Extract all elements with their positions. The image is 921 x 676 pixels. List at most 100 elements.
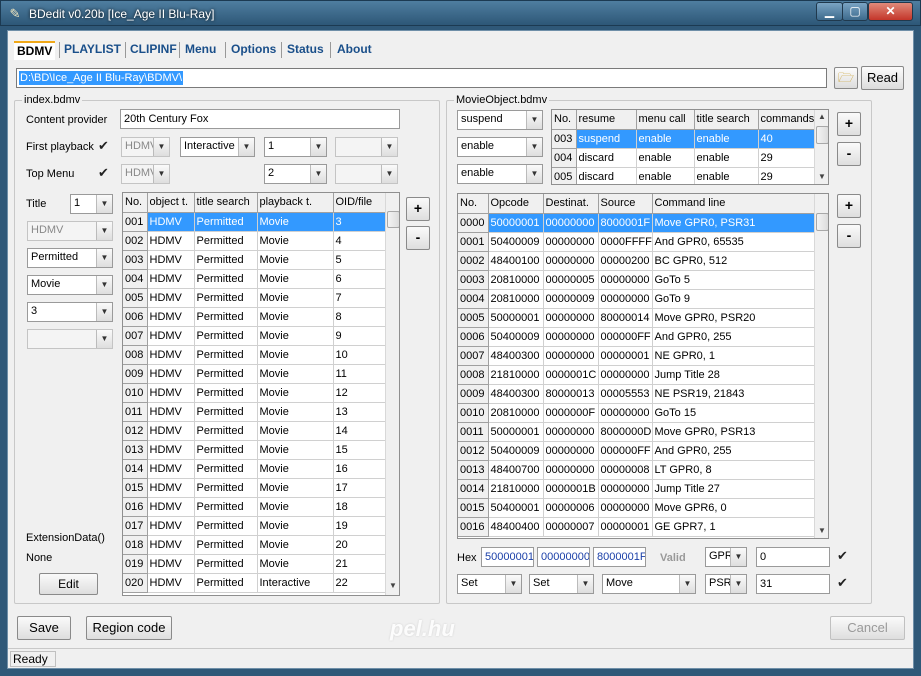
hex-opcode-input[interactable]: 50000001 [481, 547, 534, 567]
destination-register-select[interactable]: GPR ▼ [705, 547, 747, 567]
cmd-row[interactable]: 0012 50400009 00000000 000000FF And GPR0, 25… [458, 441, 815, 461]
title-bar[interactable]: ✎ BDedit v0.20b [Ice_Age II Blu-Ray] ▁ ▢… [0, 0, 921, 26]
first-playback-number-select[interactable]: 1 ▼ [264, 137, 327, 157]
titles-row[interactable]: 007 HDMV Permitted Movie 9 [123, 326, 386, 346]
commands-scrollbar[interactable]: ▼ [814, 194, 828, 538]
add-command-button[interactable]: + [837, 194, 861, 218]
cmd-row[interactable]: 0011 50000001 00000000 8000000D Move GPR0, P… [458, 422, 815, 442]
titles-column-header[interactable]: OID/file [333, 193, 386, 213]
remove-command-button[interactable]: - [837, 224, 861, 248]
content-provider-input[interactable]: 20th Century Fox [120, 109, 400, 129]
cmd-row[interactable]: 0003 20810000 00000005 00000000 GoTo 5 [458, 270, 815, 290]
tab-playlist[interactable]: PLAYLIST [61, 41, 124, 60]
obj-column-header[interactable]: commands [758, 110, 815, 130]
cmd-row[interactable]: 0015 50400001 00000006 00000000 Move GPR6, 0 [458, 498, 815, 518]
operation-select[interactable]: Move ▼ [602, 574, 696, 594]
minimize-button[interactable]: ▁ [816, 2, 843, 21]
region-code-button[interactable]: Region code [86, 616, 172, 640]
remove-title-button[interactable]: - [406, 226, 430, 250]
titles-row[interactable]: 018 HDMV Permitted Movie 20 [123, 535, 386, 555]
titles-row[interactable]: 008 HDMV Permitted Movie 10 [123, 345, 386, 365]
titles-column-header[interactable]: No. [123, 193, 148, 213]
destination-checkbox[interactable]: ✔ [837, 549, 850, 563]
cmd-row[interactable]: 0005 50000001 00000000 80000014 Move GPR0, P… [458, 308, 815, 328]
titles-table[interactable]: No. object t. title search playback t. OID/f… [122, 192, 400, 596]
cmd-column-header[interactable]: Command line [652, 194, 815, 214]
titles-row[interactable]: 020 HDMV Permitted Interactive 22 [123, 573, 386, 593]
cmd-row[interactable]: 0007 48400300 00000000 00000001 NE GPR0, 1 [458, 346, 815, 366]
hex-source-input[interactable]: 8000001F [593, 547, 646, 567]
titles-row[interactable]: 016 HDMV Permitted Movie 18 [123, 497, 386, 517]
edit-extension-button[interactable]: Edit [39, 573, 98, 595]
cmd-column-header[interactable]: Source [598, 194, 653, 214]
first-playback-extra-select[interactable]: ▼ [335, 137, 398, 157]
obj-column-header[interactable]: No. [552, 110, 577, 130]
scroll-up-icon[interactable]: ▲ [815, 110, 828, 124]
objects-scrollbar[interactable]: ▲ ▼ [814, 110, 828, 184]
titles-row[interactable]: 009 HDMV Permitted Movie 11 [123, 364, 386, 384]
movie-objects-table[interactable]: No. resume menu call title search commands 0… [551, 109, 829, 185]
tab-bdmv[interactable]: BDMV [14, 41, 56, 60]
obj-column-header[interactable]: resume [576, 110, 637, 130]
obj-column-header[interactable]: title search [694, 110, 759, 130]
resume-select[interactable]: suspend ▼ [457, 110, 543, 130]
save-button[interactable]: Save [17, 616, 71, 640]
obj-row[interactable]: 004 discard enable enable 29 [552, 148, 815, 168]
titles-row[interactable]: 015 HDMV Permitted Movie 17 [123, 478, 386, 498]
top-menu-number-select[interactable]: 2 ▼ [264, 164, 327, 184]
cmd-row[interactable]: 0006 50400009 00000000 000000FF And GPR0, 25… [458, 327, 815, 347]
source-value-input[interactable]: 31 [756, 574, 830, 594]
oid-select[interactable]: 3 ▼ [27, 302, 113, 322]
titles-row[interactable]: 017 HDMV Permitted Movie 19 [123, 516, 386, 536]
tab-menu[interactable]: Menu [182, 41, 219, 60]
first-playback-checkbox[interactable]: ✔ [98, 139, 111, 153]
title-extra-select[interactable]: ▼ [27, 329, 113, 349]
operation-subgroup-select[interactable]: Set ▼ [529, 574, 594, 594]
hex-destination-input[interactable]: 00000000 [537, 547, 590, 567]
read-button[interactable]: Read [861, 66, 904, 90]
cmd-column-header[interactable]: Destinat. [543, 194, 599, 214]
titles-row[interactable]: 011 HDMV Permitted Movie 13 [123, 402, 386, 422]
top-menu-extra-select[interactable]: ▼ [335, 164, 398, 184]
cmd-row[interactable]: 0014 21810000 0000001B 00000000 Jump Title 2… [458, 479, 815, 499]
playback-type-select[interactable]: Movie ▼ [27, 275, 113, 295]
tab-options[interactable]: Options [228, 41, 279, 60]
scroll-down-icon[interactable]: ▼ [386, 579, 399, 593]
scroll-down-icon[interactable]: ▼ [815, 170, 828, 184]
commands-table[interactable]: No. Opcode Destinat. Source Command line 000… [457, 193, 829, 539]
titles-column-header[interactable]: title search [194, 193, 258, 213]
titles-row[interactable]: 014 HDMV Permitted Movie 16 [123, 459, 386, 479]
close-button[interactable]: ✕ [868, 2, 913, 21]
cmd-row[interactable]: 0001 50400009 00000000 0000FFFF And GPR0, 65… [458, 232, 815, 252]
titles-row[interactable]: 005 HDMV Permitted Movie 7 [123, 288, 386, 308]
remove-object-button[interactable]: - [837, 142, 861, 166]
scroll-down-icon[interactable]: ▼ [815, 524, 828, 538]
titles-row[interactable]: 006 HDMV Permitted Movie 8 [123, 307, 386, 327]
scrollbar-thumb[interactable] [387, 211, 399, 228]
cmd-column-header[interactable]: Opcode [488, 194, 544, 214]
top-menu-type-select[interactable]: HDMV ▼ [121, 164, 170, 184]
titles-column-header[interactable]: playback t. [257, 193, 334, 213]
titles-row[interactable]: 001 HDMV Permitted Movie 3 [123, 212, 386, 232]
cmd-column-header[interactable]: No. [458, 194, 489, 214]
cmd-row[interactable]: 0000 50000001 00000000 8000001F Move GPR0, P… [458, 213, 815, 233]
cmd-row[interactable]: 0016 48400400 00000007 00000001 GE GPR7, 1 [458, 517, 815, 537]
obj-row[interactable]: 005 discard enable enable 29 [552, 167, 815, 184]
cancel-button[interactable]: Cancel [830, 616, 905, 640]
source-checkbox[interactable]: ✔ [837, 576, 850, 590]
cmd-row[interactable]: 0002 48400100 00000000 00000200 BC GPR0, 512 [458, 251, 815, 271]
add-title-button[interactable]: + [406, 197, 430, 221]
cmd-row[interactable]: 0009 48400300 80000013 00005553 NE PSR19, 21… [458, 384, 815, 404]
scrollbar-thumb[interactable] [816, 126, 828, 144]
tab-status[interactable]: Status [284, 41, 327, 60]
add-object-button[interactable]: + [837, 112, 861, 136]
operation-group-select[interactable]: Set ▼ [457, 574, 522, 594]
title-search-combo[interactable]: enable ▼ [457, 164, 543, 184]
titles-column-header[interactable]: object t. [147, 193, 195, 213]
path-input[interactable]: D:\BD\Ice_Age II Blu-Ray\BDMV\ [16, 68, 827, 88]
scrollbar-thumb[interactable] [816, 213, 828, 231]
source-register-select[interactable]: PSR ▼ [705, 574, 747, 594]
titles-row[interactable]: 002 HDMV Permitted Movie 4 [123, 231, 386, 251]
cmd-row[interactable]: 0010 20810000 0000000F 00000000 GoTo 15 [458, 403, 815, 423]
first-playback-type-select[interactable]: HDMV ▼ [121, 137, 170, 157]
